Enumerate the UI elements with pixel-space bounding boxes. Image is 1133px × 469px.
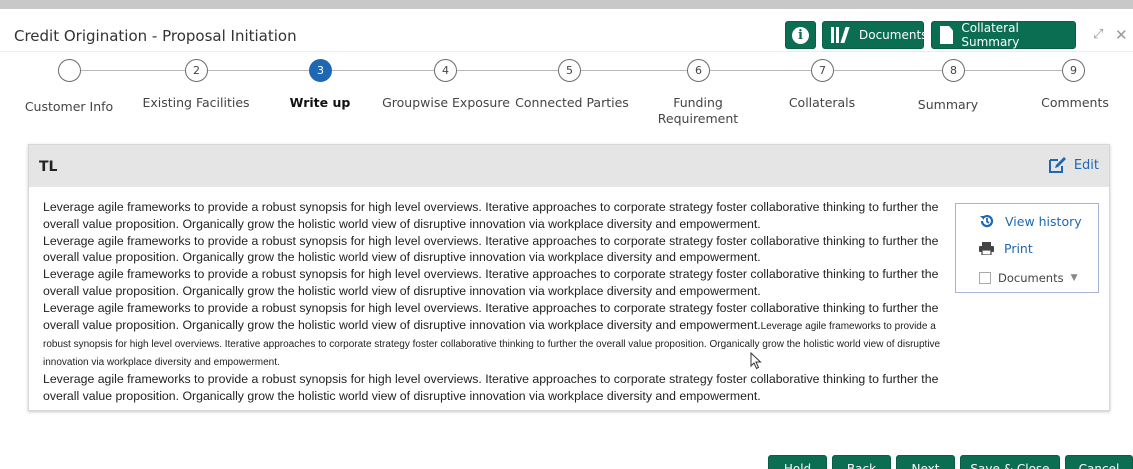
print-icon — [979, 242, 994, 255]
documents-button-label: Documents — [859, 28, 928, 42]
library-icon — [831, 27, 850, 43]
step-connector — [834, 70, 942, 71]
step-label-connected-parties[interactable]: Connected Parties — [507, 95, 637, 111]
step-4-circle[interactable]: 4 — [434, 59, 457, 82]
view-history-link[interactable]: View history — [979, 213, 1082, 229]
step-label-funding-requirement[interactable]: Funding Requirement — [633, 95, 763, 127]
writeup-paragraph: Leverage agile frameworks to provide a r… — [43, 267, 939, 298]
writeup-paragraph-mixed: Leverage agile frameworks to provide a r… — [43, 300, 951, 371]
close-icon[interactable]: ✕ — [1115, 26, 1128, 44]
panel-header: TL Edit — [29, 145, 1109, 187]
back-button[interactable]: Back — [832, 455, 891, 469]
document-icon — [940, 26, 954, 44]
step-9-circle[interactable]: 9 — [1062, 59, 1085, 82]
hold-button[interactable]: Hold — [768, 455, 827, 469]
step-label-comments[interactable]: Comments — [1010, 95, 1133, 111]
side-actions-card: View history Print Documents ▼ — [955, 203, 1099, 293]
edit-label: Edit — [1073, 157, 1099, 173]
step-7-circle[interactable]: 7 — [811, 59, 834, 82]
step-label-existing-facilities[interactable]: Existing Facilities — [131, 95, 261, 111]
window-header: Credit Origination - Proposal Initiation… — [0, 18, 1133, 52]
info-button[interactable]: i — [785, 21, 816, 49]
history-icon — [980, 214, 994, 228]
collateral-summary-label: Collateral Summary — [961, 21, 1020, 49]
writeup-paragraph: Leverage agile frameworks to provide a r… — [43, 200, 939, 231]
step-connector — [332, 70, 434, 71]
step-8-circle[interactable]: 8 — [942, 59, 965, 82]
step-connector — [581, 70, 687, 71]
edit-icon — [1048, 157, 1066, 173]
step-connector — [457, 70, 558, 71]
step-5-circle[interactable]: 5 — [558, 59, 581, 82]
panel-title: TL — [39, 159, 58, 175]
step-connector — [965, 70, 1062, 71]
cancel-button[interactable]: Cancel — [1065, 455, 1133, 469]
next-button[interactable]: Next — [896, 455, 955, 469]
step-6-circle[interactable]: 6 — [687, 59, 710, 82]
step-1-circle[interactable] — [58, 59, 81, 82]
step-label-summary[interactable]: Summary — [883, 97, 1013, 113]
writeup-paragraph: Leverage agile frameworks to provide a r… — [43, 372, 939, 403]
step-connector — [710, 70, 811, 71]
print-link[interactable]: Print — [979, 241, 1033, 256]
documents-checkbox[interactable] — [979, 272, 991, 284]
print-label: Print — [1004, 241, 1033, 256]
step-label-customer-info[interactable]: Customer Info — [4, 99, 134, 115]
step-2-circle[interactable]: 2 — [185, 59, 208, 82]
view-history-label: View history — [1005, 213, 1082, 229]
page-title: Credit Origination - Proposal Initiation — [14, 27, 297, 45]
collateral-summary-button[interactable]: Collateral Summary — [931, 21, 1076, 49]
writeup-content: Leverage agile frameworks to provide a r… — [43, 199, 951, 405]
step-label-collaterals[interactable]: Collaterals — [757, 95, 887, 111]
writeup-paragraph: Leverage agile frameworks to provide a r… — [43, 233, 939, 265]
edit-button[interactable]: Edit — [1048, 157, 1099, 173]
save-close-button[interactable]: Save & Close — [960, 455, 1060, 469]
step-3-circle[interactable]: 3 — [309, 59, 332, 82]
step-label-funding-line2: Requirement — [657, 111, 739, 126]
documents-dropdown[interactable]: Documents ▼ — [979, 271, 1078, 285]
step-label-groupwise-exposure[interactable]: Groupwise Exposure — [381, 95, 511, 111]
step-connector — [81, 70, 185, 71]
expand-icon[interactable]: ⤢ — [1093, 26, 1103, 42]
writeup-panel: TL Edit Leverage agile frameworks to pro… — [28, 144, 1110, 411]
step-label-write-up[interactable]: Write up — [255, 95, 385, 111]
chevron-down-icon: ▼ — [1070, 273, 1078, 283]
documents-dropdown-label: Documents — [998, 271, 1064, 285]
step-label-funding-line1: Funding — [673, 95, 723, 110]
documents-button[interactable]: Documents — [822, 21, 928, 49]
proposal-window: Credit Origination - Proposal Initiation… — [0, 0, 1133, 469]
info-icon: i — [792, 26, 809, 44]
mouse-pointer-icon — [750, 352, 762, 370]
step-connector — [208, 70, 309, 71]
